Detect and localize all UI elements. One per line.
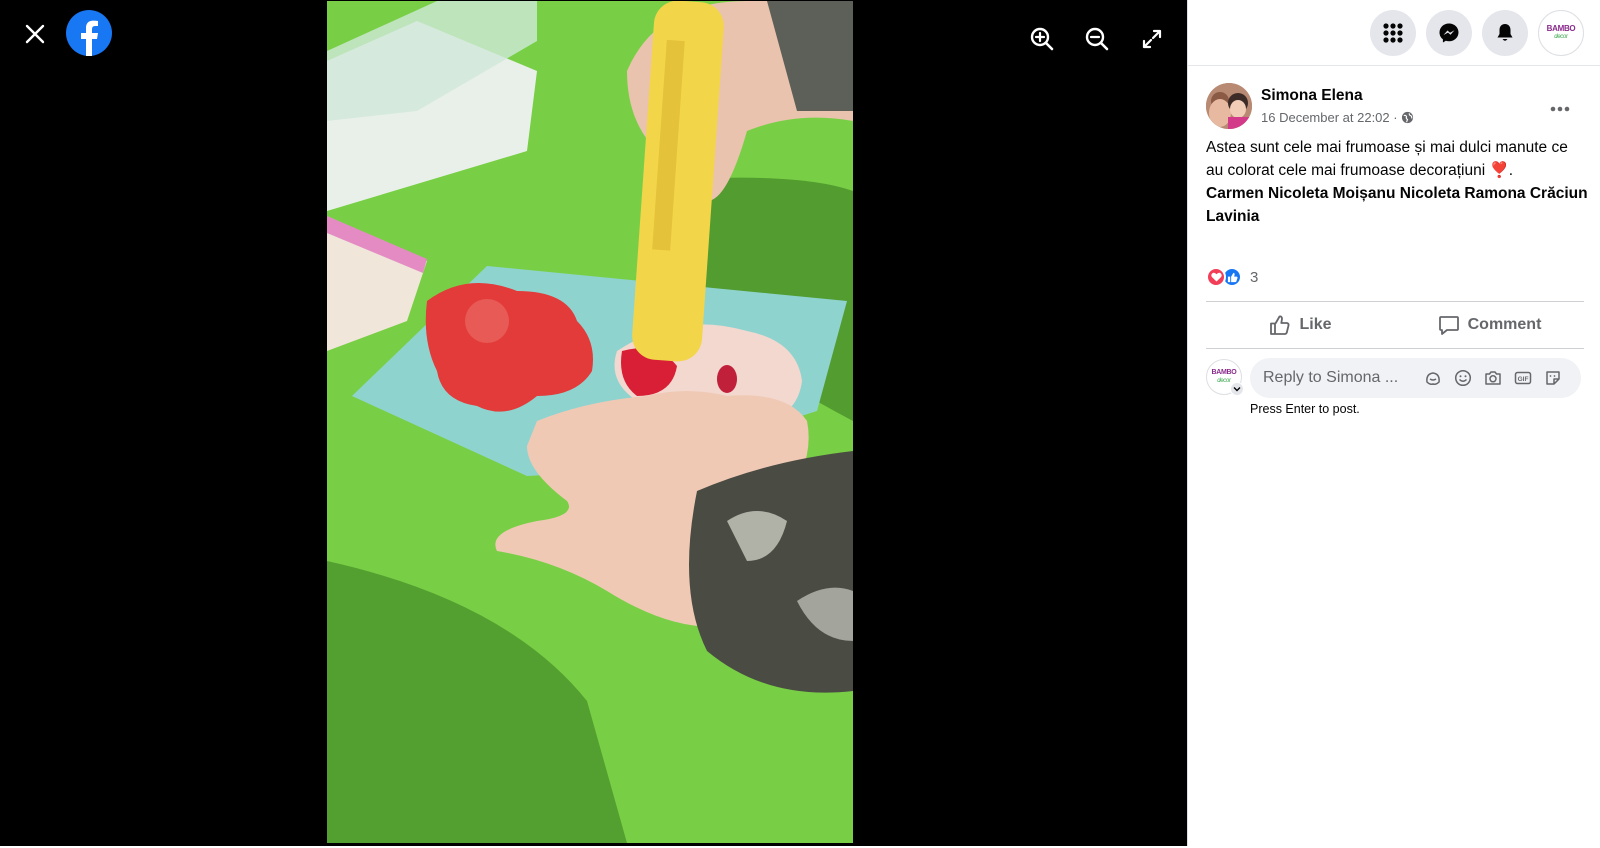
avatar-sticker-button[interactable] [1418, 363, 1448, 393]
comment-input[interactable] [1263, 369, 1418, 387]
camera-icon [1485, 371, 1501, 385]
comment-composer: BAMBO decor Reply to Simona ... GIF [1206, 358, 1588, 398]
post-timestamp[interactable]: 16 December at 22:02 · [1261, 110, 1398, 125]
sticker-icon [1546, 371, 1560, 385]
svg-text:GIF: GIF [1518, 376, 1529, 383]
post-photo[interactable] [327, 1, 853, 843]
profile-switch-button[interactable] [1230, 382, 1244, 396]
divider [1206, 348, 1584, 349]
menu-grid-icon [1383, 23, 1403, 43]
close-icon [25, 24, 45, 44]
comment-box: GIF [1250, 358, 1581, 398]
like-button[interactable]: Like [1206, 302, 1395, 348]
messenger-icon [1439, 23, 1459, 43]
account-avatar: BAMBO decor [1547, 25, 1576, 41]
account-logo-sub: decor [1554, 34, 1568, 40]
camera-button[interactable] [1478, 363, 1508, 393]
fullscreen-button[interactable] [1135, 22, 1169, 56]
account-button[interactable]: BAMBO decor [1538, 10, 1584, 56]
comment-label: Comment [1467, 316, 1542, 333]
post-panel: BAMBO decor Simona Elena 16 December at … [1187, 0, 1600, 846]
author-avatar[interactable] [1206, 83, 1252, 129]
globe-icon [1401, 111, 1413, 124]
post-text: Astea sunt cele mai frumoase și mai dulc… [1206, 136, 1588, 228]
love-reaction-icon [1206, 267, 1226, 287]
zoom-out-icon [1085, 27, 1109, 51]
facebook-logo [66, 10, 112, 56]
bell-icon [1497, 24, 1513, 41]
messenger-button[interactable] [1426, 10, 1472, 56]
post-header: Simona Elena 16 December at 22:02 · [1206, 83, 1586, 131]
avatar-sticker-icon [1426, 372, 1440, 385]
more-options-button[interactable] [1542, 91, 1578, 127]
zoom-in-icon [1030, 27, 1054, 51]
media-viewer [0, 0, 1187, 846]
author-photo [1206, 83, 1252, 129]
close-button[interactable] [18, 17, 52, 51]
post-body: Astea sunt cele mai frumoase și mai dulc… [1206, 139, 1568, 179]
zoom-in-button[interactable] [1025, 22, 1059, 56]
emoji-button[interactable] [1448, 363, 1478, 393]
post-meta: 16 December at 22:02 · [1261, 110, 1414, 125]
author-name[interactable]: Simona Elena [1261, 87, 1363, 105]
tagged-people[interactable]: Carmen Nicoleta Moișanu Nicoleta Ramona … [1206, 185, 1588, 225]
reactions-summary[interactable]: 3 [1206, 265, 1258, 289]
chevron-down-icon [1233, 387, 1241, 392]
sticker-button[interactable] [1538, 363, 1568, 393]
thumbs-up-icon [1270, 315, 1290, 335]
commenter-logo-brand: BAMBO [1211, 369, 1237, 376]
gif-icon: GIF [1514, 371, 1532, 385]
photo-viewer-app: BAMBO decor Simona Elena 16 December at … [0, 0, 1600, 848]
gif-button[interactable]: GIF [1508, 363, 1538, 393]
comment-hint: Press Enter to post. [1250, 402, 1360, 416]
comment-bubble-icon [1438, 316, 1459, 335]
facebook-logo-link[interactable] [66, 10, 112, 56]
zoom-out-button[interactable] [1080, 22, 1114, 56]
like-label: Like [1299, 316, 1332, 333]
comment-button[interactable]: Comment [1395, 302, 1584, 348]
photo-illustration [327, 1, 853, 843]
top-navigation: BAMBO decor [1188, 0, 1600, 66]
fullscreen-icon [1142, 29, 1162, 49]
emoji-icon [1454, 369, 1472, 387]
more-dots-icon [1550, 106, 1570, 112]
post-actions: Like Comment [1206, 302, 1584, 348]
menu-button[interactable] [1370, 10, 1416, 56]
notifications-button[interactable] [1482, 10, 1528, 56]
account-logo-brand: BAMBO [1546, 24, 1576, 33]
reaction-count[interactable]: 3 [1250, 269, 1258, 286]
